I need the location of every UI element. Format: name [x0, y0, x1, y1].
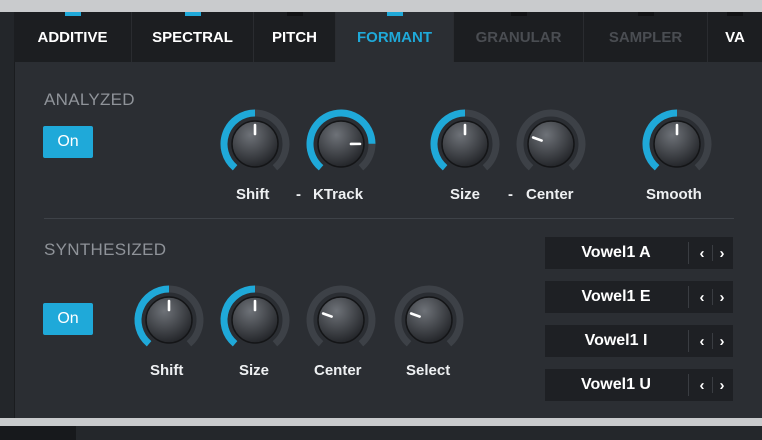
- tab-label: FORMANT: [357, 28, 432, 46]
- knob-graphic: [306, 109, 376, 171]
- next-vowel-button[interactable]: ›: [712, 237, 732, 269]
- analyzed-size-label: Size: [450, 186, 481, 203]
- tab-label: GRANULAR: [475, 28, 562, 46]
- synth-shift-knob[interactable]: [132, 283, 206, 357]
- tab-label: PITCH: [272, 28, 317, 46]
- knob-graphic: [306, 285, 376, 347]
- bottom-bar-thumb: [0, 426, 76, 440]
- knob-body: [317, 296, 365, 344]
- tab-bar: ADDITIVE SPECTRAL PITCH FORMANT GRANULAR…: [14, 12, 762, 62]
- tab-label: ADDITIVE: [37, 28, 108, 46]
- analyzed-center-knob[interactable]: [514, 107, 588, 181]
- bottom-bar-track: [0, 426, 762, 440]
- synth-size-knob[interactable]: [218, 283, 292, 357]
- prev-vowel-button[interactable]: ‹: [692, 281, 712, 313]
- analyzed-size-knob[interactable]: [428, 107, 502, 181]
- next-vowel-button[interactable]: ›: [712, 369, 732, 401]
- vowel-selector-a: Vowel1 A ‹ ›: [545, 237, 733, 269]
- knob-graphic: [430, 109, 500, 171]
- analyzed-ktrack-knob[interactable]: [304, 107, 378, 181]
- vowel-name[interactable]: Vowel1 U: [545, 369, 687, 401]
- analyzed-on-button[interactable]: On: [43, 126, 93, 158]
- separator: [688, 286, 689, 308]
- vowel-name[interactable]: Vowel1 E: [545, 281, 687, 313]
- analyzed-center-label: Center: [526, 186, 574, 203]
- synthesized-title: SYNTHESIZED: [44, 240, 167, 259]
- tab-indicator: [184, 12, 201, 16]
- vowel-selector-e: Vowel1 E ‹ ›: [545, 281, 733, 313]
- synth-shift-label: Shift: [150, 362, 184, 379]
- tab-indicator: [510, 12, 527, 16]
- synth-size-label: Size: [239, 362, 270, 379]
- knob-body: [527, 120, 575, 168]
- tab-indicator: [637, 12, 654, 16]
- knob-graphic: [516, 109, 586, 171]
- prev-vowel-button[interactable]: ‹: [692, 369, 712, 401]
- analyzed-dash-2: -: [508, 186, 513, 203]
- tab-indicator: [727, 12, 743, 16]
- analyzed-shift-label: Shift: [236, 186, 270, 203]
- synth-select-knob[interactable]: [392, 283, 466, 357]
- knob-graphic: [394, 285, 464, 347]
- tab-spectral[interactable]: SPECTRAL: [132, 12, 254, 62]
- tab-indicator: [64, 12, 81, 16]
- separator: [688, 330, 689, 352]
- tab-pitch[interactable]: PITCH: [254, 12, 336, 62]
- analyzed-dash-1: -: [296, 186, 301, 203]
- tab-sampler[interactable]: SAMPLER: [584, 12, 708, 62]
- synth-center-label: Center: [314, 362, 362, 379]
- tab-va[interactable]: VA: [708, 12, 762, 62]
- separator: [688, 374, 689, 396]
- tab-indicator: [286, 12, 303, 16]
- vowel-selector-i: Vowel1 I ‹ ›: [545, 325, 733, 357]
- panel-left-edge: [0, 12, 14, 418]
- next-vowel-button[interactable]: ›: [712, 281, 732, 313]
- analyzed-smooth-label: Smooth: [646, 186, 702, 203]
- analyzed-ktrack-label: KTrack: [313, 186, 364, 203]
- knob-graphic: [220, 109, 290, 171]
- section-divider: [44, 218, 734, 219]
- knob-graphic: [134, 285, 204, 347]
- window-bottom-bar: [0, 418, 762, 440]
- knob-graphic: [642, 109, 712, 171]
- tab-granular[interactable]: GRANULAR: [454, 12, 584, 62]
- analyzed-shift-knob[interactable]: [218, 107, 292, 181]
- synth-select-label: Select: [406, 362, 451, 379]
- window-top-strip: [0, 0, 762, 12]
- tab-indicator: [386, 12, 403, 16]
- analyzed-smooth-knob[interactable]: [640, 107, 714, 181]
- knob-body: [405, 296, 453, 344]
- tab-formant[interactable]: FORMANT: [336, 12, 454, 62]
- vowel-name[interactable]: Vowel1 I: [545, 325, 687, 357]
- tab-label: SAMPLER: [608, 28, 683, 46]
- separator: [688, 242, 689, 264]
- tab-label: SPECTRAL: [152, 28, 233, 46]
- vowel-name[interactable]: Vowel1 A: [545, 237, 687, 269]
- synthesized-on-button[interactable]: On: [43, 303, 93, 335]
- vowel-selector-u: Vowel1 U ‹ ›: [545, 369, 733, 401]
- tab-label: VA: [725, 28, 745, 46]
- knob-graphic: [220, 285, 290, 347]
- analyzed-title: ANALYZED: [44, 90, 135, 109]
- tab-additive[interactable]: ADDITIVE: [14, 12, 132, 62]
- prev-vowel-button[interactable]: ‹: [692, 237, 712, 269]
- prev-vowel-button[interactable]: ‹: [692, 325, 712, 357]
- synth-center-knob[interactable]: [304, 283, 378, 357]
- next-vowel-button[interactable]: ›: [712, 325, 732, 357]
